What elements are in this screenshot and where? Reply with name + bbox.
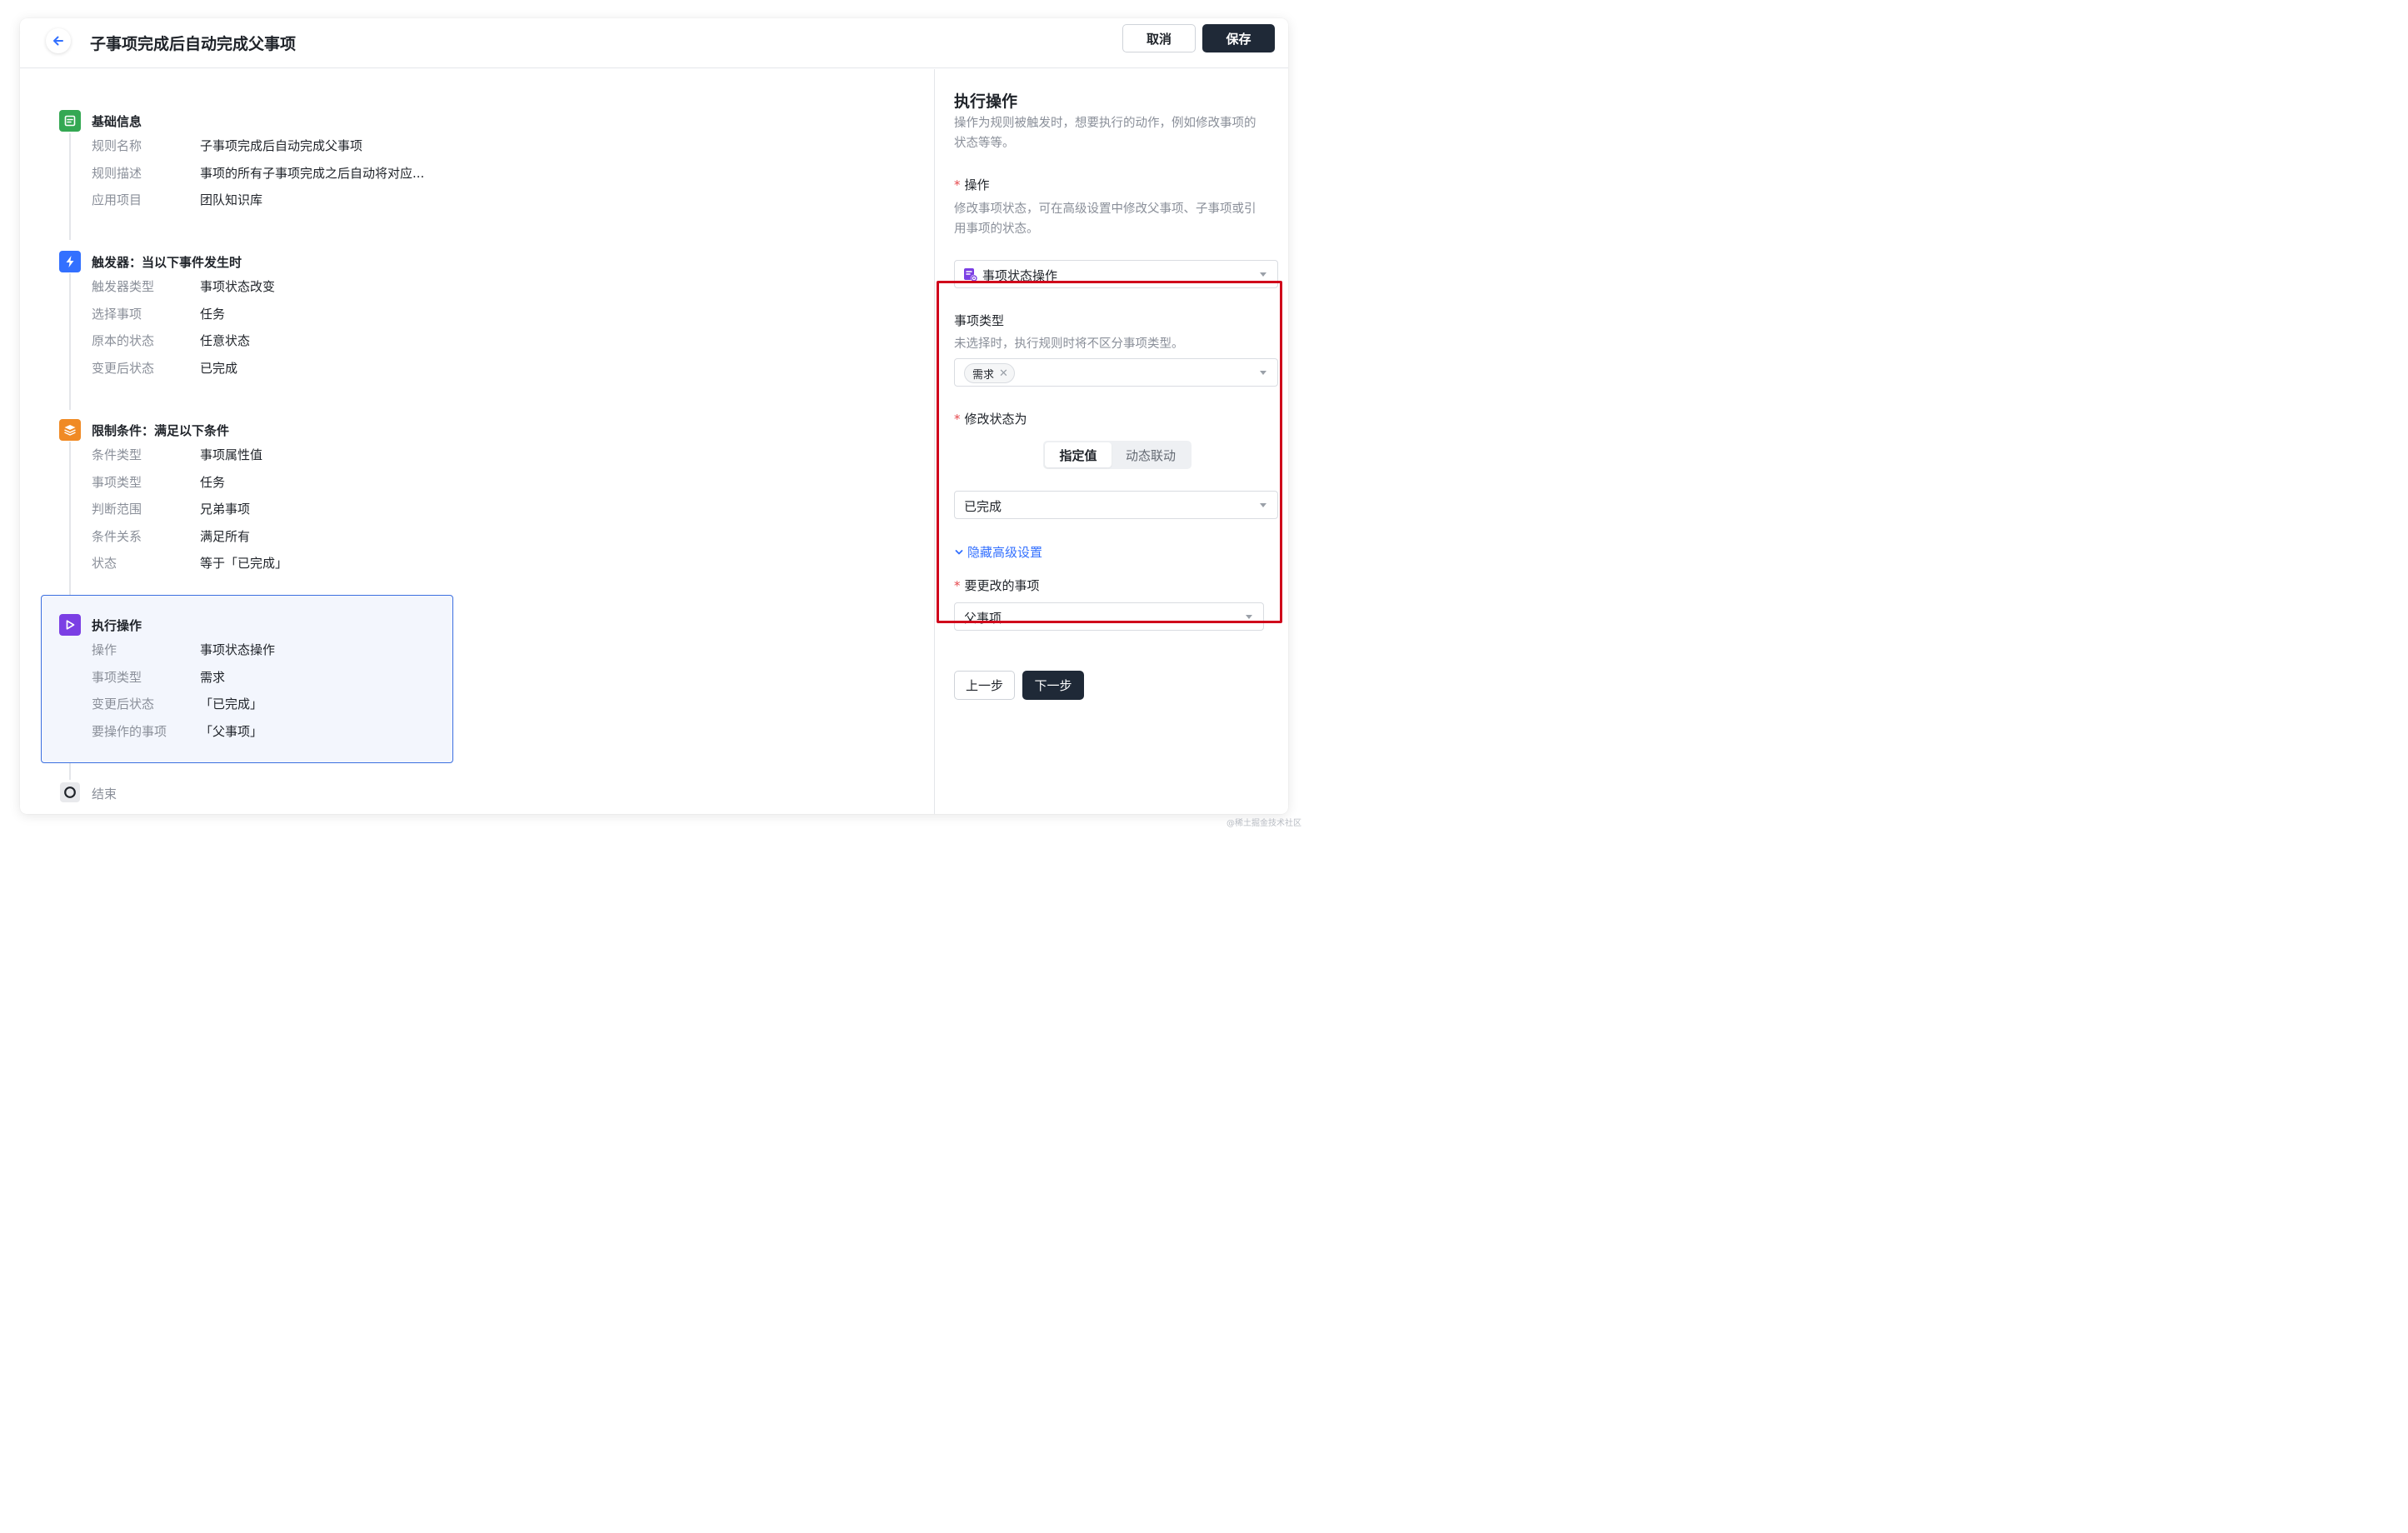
operation-label: * 操作 [954,177,990,192]
tab-dynamic-link[interactable]: 动态联动 [1112,442,1190,467]
panel-title: 执行操作 [954,92,1018,111]
operation-value: 事项状态操作 [982,268,1058,283]
page-title: 子事项完成后自动完成父事项 [90,35,297,53]
arrow-left-icon [53,36,63,46]
field-label: 事项类型 [92,670,142,685]
chevron-down-icon [1260,272,1266,277]
target-item-label: * 要更改的事项 [954,578,1040,593]
field-value: 任务 [200,475,226,490]
chevron-down-icon [1246,615,1252,619]
toggle-advanced-settings[interactable]: 隐藏高级设置 [954,543,1042,561]
back-button[interactable] [46,28,71,53]
chevron-down-icon [1260,503,1266,507]
status-mode-switch: 指定值 动态联动 [1043,441,1192,469]
field-value: 事项的所有子事项完成之后自动将对应... [200,166,425,181]
status-select[interactable]: 已完成 [954,491,1278,519]
flow-connector [69,763,71,780]
circle-icon [60,782,80,802]
previous-step-button[interactable]: 上一步 [954,671,1015,700]
field-label: 判断范围 [92,502,142,517]
field-label: 变更后状态 [92,361,155,376]
field-value: 需求 [200,670,226,685]
modify-status-label: * 修改状态为 [954,412,1027,427]
panel-description: 操作为规则被触发时，想要执行的动作，例如修改事项的 [954,117,1256,130]
field-label: 要操作的事项 [92,724,167,739]
operation-select[interactable]: 事项状态操作 [954,260,1278,288]
field-label: 原本的状态 [92,333,155,348]
field-label: 事项类型 [92,475,142,490]
field-label: 操作 [92,642,117,657]
target-item-value: 父事项 [964,611,1002,626]
target-item-select[interactable]: 父事项 [954,602,1264,631]
field-label: 状态 [92,556,117,571]
item-type-tag: 需求 ✕ [964,363,1015,383]
header-bar: 子事项完成后自动完成父事项 取消 保存 [20,18,1288,68]
field-value: 子事项完成后自动完成父事项 [200,138,363,153]
lightning-icon [59,251,81,272]
flow-connector [69,133,71,240]
document-icon [59,110,81,132]
field-value: 「已完成」 [200,697,263,712]
item-type-label: 事项类型 [954,313,1005,328]
action-settings-panel: 执行操作 操作为规则被触发时，想要执行的动作，例如修改事项的 状态等等。 * 操作… [934,69,1288,814]
operation-help: 用事项的状态。 [954,222,1039,236]
play-icon [59,614,81,636]
field-value: 已完成 [200,361,238,376]
chevron-down-icon [955,549,963,554]
chevron-down-icon [1260,371,1266,375]
item-type-help: 未选择时，执行规则时将不区分事项类型。 [954,337,1184,351]
field-label: 应用项目 [92,192,142,207]
field-value: 满足所有 [200,529,251,544]
field-label: 规则描述 [92,166,142,181]
panel-description: 状态等等。 [954,137,1015,150]
status-value: 已完成 [964,499,1002,514]
field-value: 事项状态改变 [200,279,276,294]
item-type-select[interactable]: 需求 ✕ [954,358,1278,387]
tab-specified-value[interactable]: 指定值 [1045,442,1112,467]
close-icon[interactable]: ✕ [999,367,1008,380]
flow-connector [69,442,71,595]
field-value: 团队知识库 [200,192,263,207]
rule-editor-window: 子事项完成后自动完成父事项 取消 保存 基础信息 规则名称 子事项完成后自动完成… [20,18,1288,814]
field-value: 任意状态 [200,333,251,348]
step-title: 限制条件：满足以下条件 [92,423,230,438]
cancel-button[interactable]: 取消 [1122,24,1196,52]
field-value: 等于「已完成」 [200,556,288,571]
layers-icon [59,419,81,441]
operation-help: 修改事项状态，可在高级设置中修改父事项、子事项或引 [954,202,1256,216]
field-value: 事项状态操作 [200,642,276,657]
status-operation-icon [964,268,978,282]
step-title: 基础信息 [92,114,142,129]
save-button[interactable]: 保存 [1202,24,1275,52]
field-label: 变更后状态 [92,697,155,712]
watermark: @稀土掘金技术社区 [1226,819,1301,828]
next-step-button[interactable]: 下一步 [1022,671,1084,700]
field-value: 「父事项」 [200,724,263,739]
flow-connector [69,273,71,410]
field-value: 任务 [200,307,226,322]
field-label: 规则名称 [92,138,142,153]
end-label: 结束 [92,786,117,801]
field-value: 事项属性值 [200,447,263,462]
step-title: 触发器：当以下事件发生时 [92,255,242,270]
field-label: 条件类型 [92,447,142,462]
field-label: 触发器类型 [92,279,155,294]
step-title: 执行操作 [92,618,142,633]
field-label: 选择事项 [92,307,142,322]
field-label: 条件关系 [92,529,142,544]
field-value: 兄弟事项 [200,502,251,517]
